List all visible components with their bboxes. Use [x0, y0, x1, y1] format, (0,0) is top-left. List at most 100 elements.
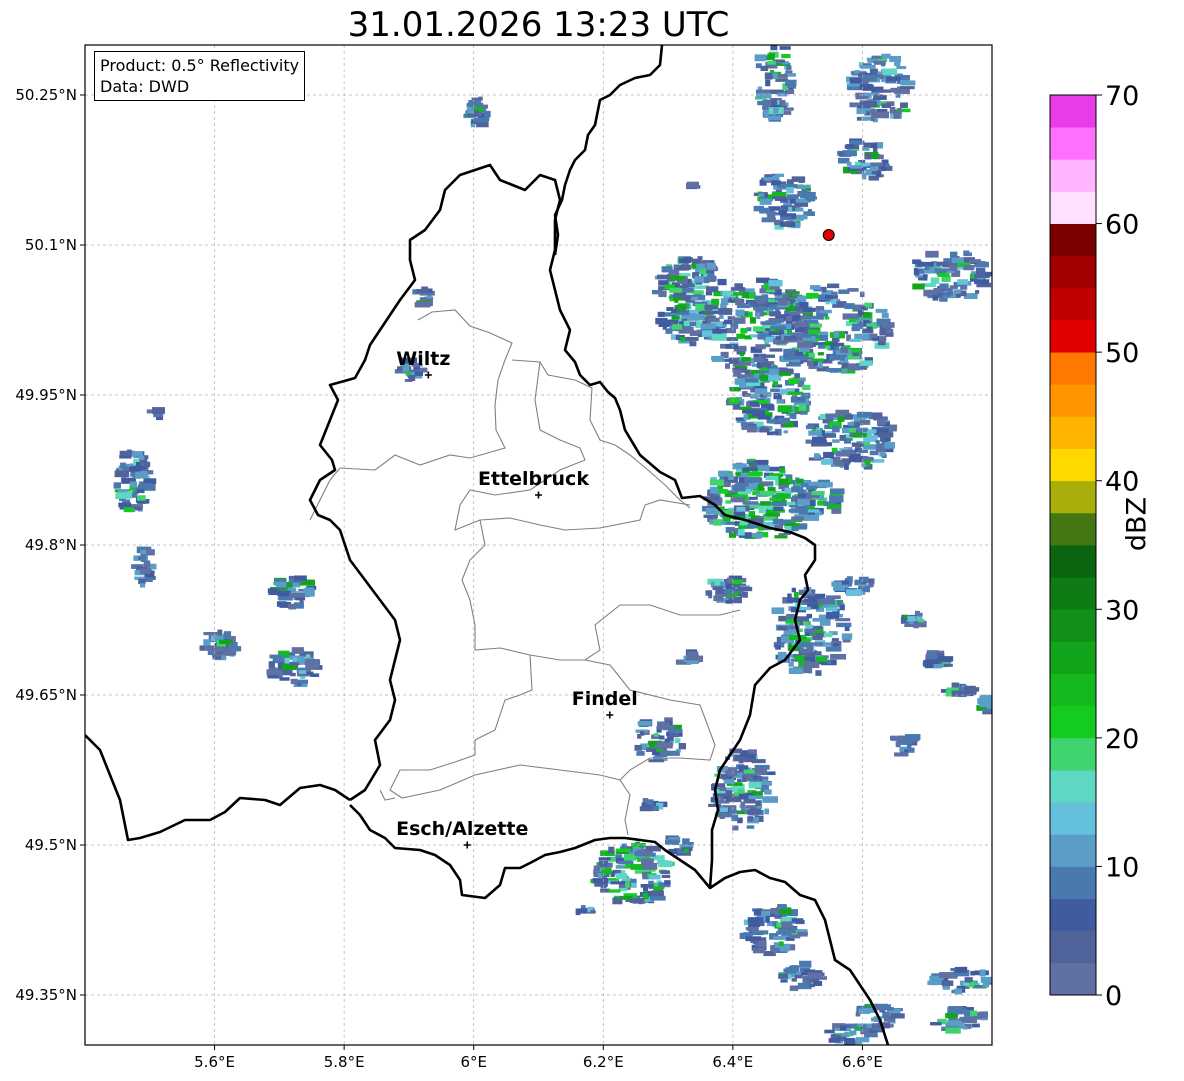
- radar-echo-cell: [825, 646, 842, 652]
- radar-echo-cell: [807, 209, 813, 215]
- radar-echo-cell: [876, 89, 892, 93]
- radar-echo-cell: [724, 363, 730, 369]
- city-marker: [463, 841, 471, 849]
- radar-echo-cell: [824, 316, 830, 320]
- radar-echo-cell: [135, 461, 141, 467]
- radar-echo-cell: [788, 661, 794, 667]
- radar-echo-cell: [960, 691, 976, 696]
- radar-echo-cell: [615, 848, 632, 853]
- radar-echo-cell: [786, 613, 795, 620]
- radar-echo-cell: [279, 677, 290, 681]
- radar-echo-cell: [725, 344, 739, 349]
- radar-echo-cell: [852, 352, 860, 357]
- radar-echo-cell: [955, 1008, 967, 1015]
- radar-echo-cell: [787, 593, 792, 601]
- radar-echo-cell: [808, 481, 819, 487]
- radar-echo-cell: [744, 378, 759, 383]
- radar-echo-cell: [982, 980, 990, 988]
- radar-echo-cell: [876, 418, 886, 426]
- city-label: Wiltz: [396, 348, 450, 370]
- radar-echo-cell: [726, 291, 733, 295]
- radar-echo-cell: [211, 646, 227, 653]
- radar-echo-cell: [841, 363, 848, 368]
- radar-echo-cell: [706, 262, 716, 270]
- radar-echo-cell: [758, 509, 766, 514]
- radar-echo-cell: [830, 654, 847, 660]
- radar-echo-cell: [884, 438, 890, 442]
- radar-echo-cell: [639, 806, 653, 812]
- radar-echo-cell: [738, 757, 744, 764]
- colorbar-tick-label: 40: [1105, 467, 1139, 498]
- radar-echo-cell: [925, 250, 939, 258]
- radar-echo-cell: [917, 612, 923, 617]
- radar-echo-cell: [204, 646, 213, 651]
- radar-echo-cell: [690, 296, 699, 301]
- radar-echo-cell: [797, 341, 814, 349]
- radar-echo-cell: [676, 304, 685, 312]
- radar-echo-cell: [744, 477, 761, 483]
- radar-echo-cell: [963, 264, 975, 271]
- radar-echo-cell: [792, 292, 798, 297]
- radar-echo-cell: [784, 221, 792, 226]
- colorbar-tick-label: 30: [1105, 595, 1139, 626]
- lat-tick-label: 49.35°N: [15, 986, 77, 1004]
- radar-echo-cell: [774, 535, 788, 539]
- radar-echo-cell: [868, 1029, 878, 1034]
- radar-echo-cell: [472, 117, 489, 123]
- radar-echo-cell: [748, 482, 758, 490]
- radar-echo-cell: [754, 295, 768, 302]
- radar-echo-cell: [740, 328, 748, 334]
- radar-echo-cell: [900, 86, 915, 90]
- radar-echo-cell: [742, 391, 748, 397]
- colorbar-segment: [1050, 448, 1096, 482]
- radar-echo-cell: [123, 507, 134, 513]
- radar-echo-cell: [811, 625, 823, 630]
- radar-echo-cell: [757, 505, 773, 510]
- radar-echo-cell: [974, 279, 990, 285]
- radar-echo-cell: [722, 300, 727, 305]
- radar-echo-cell: [943, 985, 950, 990]
- colorbar-segment: [1050, 866, 1096, 899]
- radar-echo-cell: [303, 590, 315, 597]
- colorbar-segment: [1050, 191, 1096, 224]
- radar-echo-cell: [708, 803, 722, 808]
- radar-echo-cell: [781, 54, 791, 59]
- radar-echo-cell: [963, 687, 980, 692]
- radar-echo-cell: [661, 874, 671, 879]
- lon-tick-label: 6.6°E: [842, 1053, 883, 1071]
- radar-echo-cell: [850, 1030, 857, 1036]
- colorbar-segment: [1050, 287, 1096, 321]
- radar-echo-cell: [773, 506, 784, 511]
- radar-echo-cell: [792, 359, 801, 363]
- colorbar-segment: [1050, 352, 1096, 385]
- radar-echo-cell: [786, 363, 801, 367]
- radar-echo-cell: [748, 496, 758, 500]
- radar-echo-cell: [826, 368, 842, 372]
- radar-echo-cell: [673, 264, 679, 269]
- radar-echo-cell: [755, 800, 761, 807]
- radar-echo-cell: [802, 384, 811, 391]
- radar-echo-cell: [466, 107, 474, 114]
- lat-tick-label: 50.1°N: [25, 236, 77, 254]
- radar-echo-cell: [870, 108, 876, 116]
- radar-echo-cell: [759, 89, 771, 93]
- radar-echo-cell: [845, 589, 862, 597]
- radar-echo-cell: [623, 854, 637, 861]
- radar-echo-cell: [788, 378, 799, 385]
- radar-echo-cell: [732, 404, 741, 410]
- radar-echo-cell: [203, 632, 219, 636]
- radar-echo-cell: [593, 865, 600, 872]
- radar-echo-cell: [731, 579, 743, 585]
- radar-echo-cell: [693, 290, 704, 295]
- radar-echo-cell: [815, 670, 822, 676]
- radar-echo-cell: [896, 65, 907, 70]
- radar-echo-cell: [310, 673, 320, 677]
- radar-echo-cell: [893, 113, 901, 119]
- radar-echo-cell: [590, 910, 596, 914]
- radar-echo-cell: [762, 779, 768, 783]
- radar-echo-cell: [757, 100, 767, 106]
- colorbar-segment: [1050, 962, 1096, 996]
- radar-echo-cell: [848, 456, 863, 462]
- radar-echo-cell: [699, 267, 707, 275]
- radar-echo-cell: [408, 375, 416, 381]
